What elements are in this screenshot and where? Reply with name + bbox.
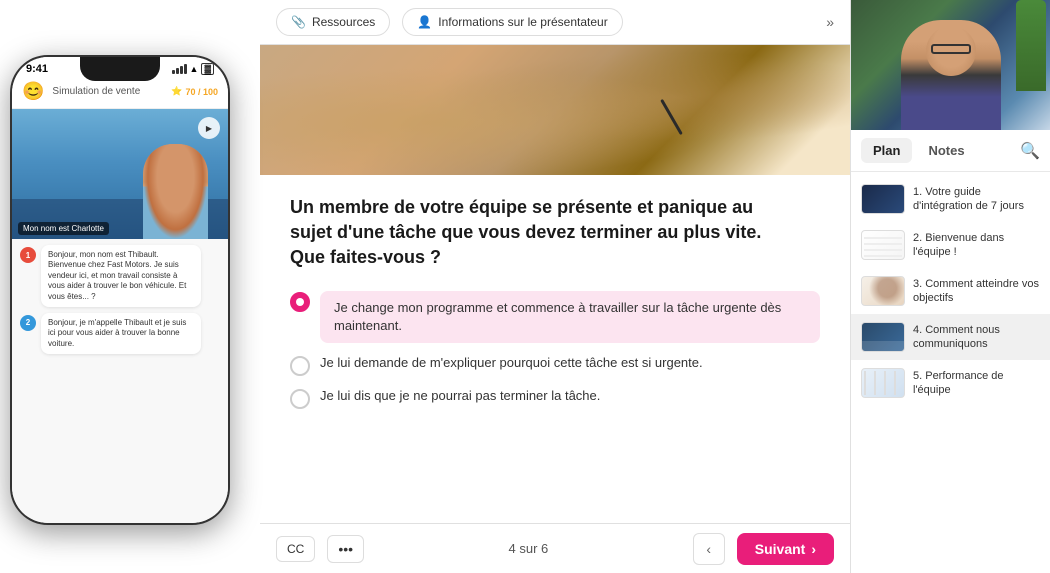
next-button[interactable]: Suivant ›	[737, 533, 834, 565]
phone-mockup: 9:41 ▲ ▓ 😊 Simulati	[10, 55, 230, 525]
phone-time: 9:41	[26, 63, 48, 75]
radio-2[interactable]	[290, 356, 310, 376]
slide-item-2[interactable]: 2. Bienvenue dans l'équipe !	[851, 222, 1050, 268]
pagination: 4 sur 6	[509, 541, 549, 556]
play-button[interactable]: ▶	[198, 117, 220, 139]
chat-bubble-1: Bonjour, mon nom est Thibault. Bienvenue…	[41, 245, 201, 307]
slide-item-5[interactable]: 5. Performance de l'équipe	[851, 360, 1050, 406]
signal-icon	[172, 64, 187, 74]
option-2-text: Je lui demande de m'expliquer pourquoi c…	[320, 355, 703, 370]
simulation-title: Simulation de vente	[52, 86, 163, 97]
expand-nav-button[interactable]: »	[826, 14, 834, 30]
emoji-avatar: 😊	[22, 81, 44, 102]
right-panel: Plan Notes 🔍 1. Votre guide d'intégratio…	[850, 0, 1050, 573]
phone-header: 😊 Simulation de vente ⭐ 70 / 100	[12, 77, 228, 109]
slide-thumb-1	[861, 184, 905, 214]
center-panel: 📎 Ressources 👤 Informations sur le prése…	[260, 0, 850, 573]
slide-label-3: 3. Comment atteindre vos objectifs	[913, 277, 1040, 306]
battery-icon: ▓	[201, 63, 214, 75]
presenter-info-label: Informations sur le présentateur	[438, 15, 607, 29]
glasses	[931, 44, 971, 54]
person-icon: 👤	[417, 15, 432, 29]
slide-label-4: 4. Comment nous communiquons	[913, 323, 1040, 352]
next-label: Suivant	[755, 541, 806, 557]
cc-button[interactable]: CC	[276, 536, 315, 562]
question-text: Un membre de votre équipe se présente et…	[290, 195, 790, 271]
resources-button[interactable]: 📎 Ressources	[276, 8, 390, 36]
slide-item-3[interactable]: 3. Comment atteindre vos objectifs	[851, 268, 1050, 314]
wifi-icon: ▲	[190, 64, 199, 74]
slide-thumb-2	[861, 230, 905, 260]
right-tabs: Plan Notes 🔍	[851, 130, 1050, 172]
tab-notes[interactable]: Notes	[916, 138, 976, 163]
radio-3[interactable]	[290, 389, 310, 409]
message-number-1: 1	[20, 247, 36, 263]
presenter-face	[926, 26, 976, 76]
main-container: 9:41 ▲ ▓ 😊 Simulati	[0, 0, 1050, 573]
phone-notch	[80, 57, 160, 81]
option-3-text: Je lui dis que je ne pourrai pas termine…	[320, 388, 600, 403]
radio-1[interactable]	[290, 292, 310, 312]
slide-label-1: 1. Votre guide d'intégration de 7 jours	[913, 185, 1040, 214]
next-arrow-icon: ›	[811, 541, 816, 557]
phone-screen: 9:41 ▲ ▓ 😊 Simulati	[12, 57, 228, 523]
chat-bubble-2: Bonjour, je m'appelle Thibault et je sui…	[41, 313, 201, 354]
status-icons: ▲ ▓	[172, 63, 214, 75]
options-list: Je change mon programme et commence à tr…	[290, 291, 820, 409]
phone-video-area[interactable]: ▶ Mon nom est Charlotte	[12, 109, 228, 239]
option-2[interactable]: Je lui demande de m'expliquer pourquoi c…	[290, 355, 820, 376]
presenter-video	[851, 0, 1050, 130]
content-area: Un membre de votre équipe se présente et…	[260, 175, 850, 523]
plant-decoration	[1016, 0, 1046, 91]
slide-item-1[interactable]: 1. Votre guide d'intégration de 7 jours	[851, 176, 1050, 222]
charlotte-avatar	[143, 144, 208, 239]
slide-item-4[interactable]: 4. Comment nous communiquons	[851, 314, 1050, 360]
stars-score: ⭐ 70 / 100	[171, 86, 218, 97]
slides-list: 1. Votre guide d'intégration de 7 jours …	[851, 172, 1050, 573]
slide-thumb-4	[861, 322, 905, 352]
presenter-person	[901, 20, 1001, 130]
pen-icon	[660, 99, 683, 135]
tab-plan[interactable]: Plan	[861, 138, 912, 163]
prev-button[interactable]: ‹	[693, 533, 725, 565]
option-1-text: Je change mon programme et commence à tr…	[320, 291, 820, 343]
message-number-2: 2	[20, 315, 36, 331]
phone-chat: 1 Bonjour, mon nom est Thibault. Bienven…	[12, 239, 228, 523]
slide-thumb-3	[861, 276, 905, 306]
presenter-info-button[interactable]: 👤 Informations sur le présentateur	[402, 8, 622, 36]
option-3[interactable]: Je lui dis que je ne pourrai pas termine…	[290, 388, 820, 409]
bottom-bar: CC ••• 4 sur 6 ‹ Suivant ›	[260, 523, 850, 573]
chat-message-1: 1 Bonjour, mon nom est Thibault. Bienven…	[20, 245, 220, 307]
paperclip-icon: 📎	[291, 15, 306, 29]
chat-message-2: 2 Bonjour, je m'appelle Thibault et je s…	[20, 313, 220, 354]
resources-label: Ressources	[312, 15, 375, 29]
slide-label-2: 2. Bienvenue dans l'équipe !	[913, 231, 1040, 260]
left-panel: 9:41 ▲ ▓ 😊 Simulati	[0, 0, 260, 573]
search-button[interactable]: 🔍	[1020, 141, 1040, 161]
star-icon: ⭐	[171, 86, 182, 97]
slide-thumb-5	[861, 368, 905, 398]
option-1[interactable]: Je change mon programme et commence à tr…	[290, 291, 820, 343]
slide-label-5: 5. Performance de l'équipe	[913, 369, 1040, 398]
radio-inner-1	[296, 298, 304, 306]
charlotte-face	[143, 144, 208, 239]
hero-image	[260, 45, 850, 175]
top-nav: 📎 Ressources 👤 Informations sur le prése…	[260, 0, 850, 45]
charlotte-label: Mon nom est Charlotte	[18, 222, 109, 235]
more-options-button[interactable]: •••	[327, 535, 364, 563]
score-value: 70 / 100	[185, 87, 218, 97]
